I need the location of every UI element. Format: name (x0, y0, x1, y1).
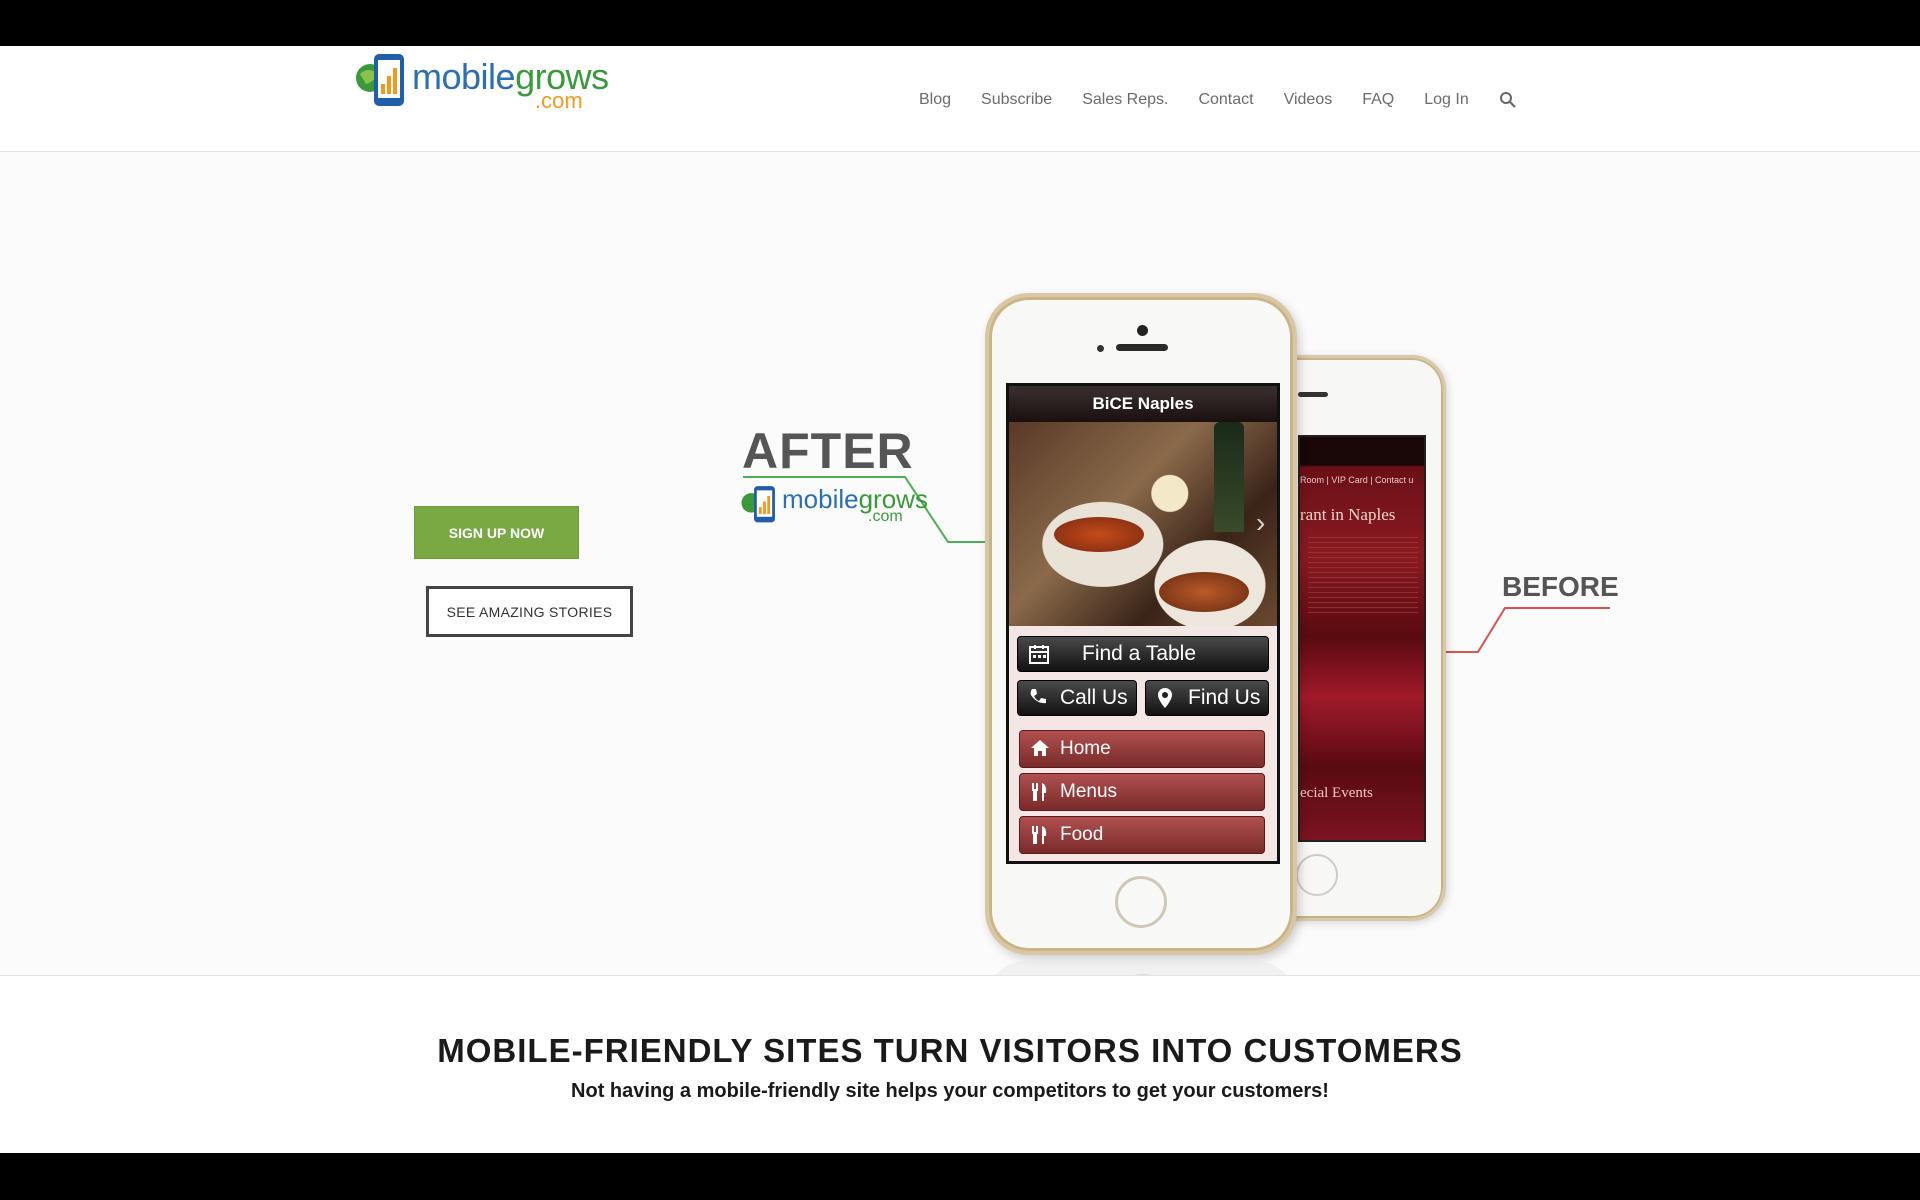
tagline-section: MOBILE-FRIENDLY SITES TURN VISITORS INTO… (0, 976, 1920, 1153)
site-header: mobilegrows .com Blog Subscribe Sales Re… (0, 46, 1920, 152)
nav-subscribe[interactable]: Subscribe (981, 91, 1052, 109)
after-phone-home-button (1115, 876, 1167, 928)
mobile-menu-home: Home (1019, 730, 1265, 768)
before-phone-home-button (1296, 854, 1338, 896)
mobile-site-body: Find a Table Call Us Find Us Home Menus … (1009, 626, 1277, 861)
before-label: BEFORE (1502, 571, 1619, 602)
search-icon[interactable] (1499, 91, 1517, 109)
find-table-label: Find a Table (1082, 642, 1197, 665)
after-logo-dotcom: .com (868, 508, 903, 525)
calendar-icon (1028, 643, 1050, 665)
phone-icon (1028, 687, 1050, 709)
after-logo-phone-icon (741, 486, 775, 523)
nav-sales-reps[interactable]: Sales Reps. (1082, 91, 1168, 109)
page: mobilegrows .com Blog Subscribe Sales Re… (0, 46, 1920, 1153)
home-icon (1030, 739, 1050, 759)
callout-lines (743, 476, 1610, 653)
tagline-headline: MOBILE-FRIENDLY SITES TURN VISITORS INTO… (437, 1032, 1463, 1069)
hero-section: SIGN UP NOW SEE AMAZING STORIES AFTER mo… (0, 152, 1920, 976)
before-phone-speaker (1298, 392, 1328, 397)
before-site-text-block (1308, 537, 1418, 617)
logo-dotcom: .com (535, 88, 583, 113)
after-logo: mobilegrows .com (740, 482, 928, 532)
letterbox-bottom (0, 1153, 1920, 1200)
food-plate (1159, 572, 1249, 612)
after-phone-screen: BiCE Naples › Find a Table Call Us Find … (1006, 383, 1280, 864)
mobile-menu-food: Food (1019, 816, 1265, 854)
find-us-label: Find Us (1188, 686, 1261, 709)
mobile-menu-menus-label: Menus (1060, 781, 1118, 802)
after-phone-sensor (1097, 345, 1104, 352)
letterbox-top (0, 0, 1920, 46)
mobile-site-food-photo: › (1009, 422, 1277, 626)
nav-contact[interactable]: Contact (1198, 91, 1253, 109)
main-nav: Blog Subscribe Sales Reps. Contact Video… (919, 88, 1517, 112)
map-pin-icon (1156, 687, 1178, 709)
before-site-title: rant in Naples (1300, 505, 1396, 524)
call-us-label: Call Us (1060, 686, 1128, 709)
after-phone-camera (1137, 325, 1148, 336)
logo-phone-icon (356, 54, 404, 106)
after-label: AFTER (742, 423, 914, 479)
call-us-button: Call Us (1017, 680, 1137, 716)
chevron-right-icon: › (1256, 507, 1266, 538)
find-us-button: Find Us (1145, 680, 1269, 716)
before-phone-screen: Room | VIP Card | Contact u rant in Napl… (1298, 435, 1426, 842)
food-plate (1054, 517, 1144, 552)
site-logo[interactable]: mobilegrows .com (354, 48, 609, 114)
after-logo-wordmark: mobilegrows (782, 484, 928, 514)
nav-videos[interactable]: Videos (1284, 91, 1333, 109)
mobile-site-title: BiCE Naples (1009, 386, 1277, 422)
utensils-icon (1030, 825, 1050, 845)
nav-log-in[interactable]: Log In (1424, 91, 1468, 109)
after-phone-speaker (1116, 344, 1168, 351)
find-table-button: Find a Table (1017, 636, 1269, 672)
before-site-events: ecial Events (1300, 785, 1373, 801)
mobile-menu-food-label: Food (1060, 824, 1104, 845)
utensils-icon (1030, 782, 1050, 802)
mobile-menu-menus: Menus (1019, 773, 1265, 811)
nav-faq[interactable]: FAQ (1362, 91, 1394, 109)
wine-bottle (1214, 422, 1244, 532)
tagline-subline: Not having a mobile-friendly site helps … (571, 1080, 1329, 1102)
before-callout-line (1440, 607, 1610, 653)
before-site-nav: Room | VIP Card | Contact u (1300, 475, 1414, 485)
mobile-menu-home-label: Home (1060, 738, 1111, 759)
nav-blog[interactable]: Blog (919, 91, 951, 109)
